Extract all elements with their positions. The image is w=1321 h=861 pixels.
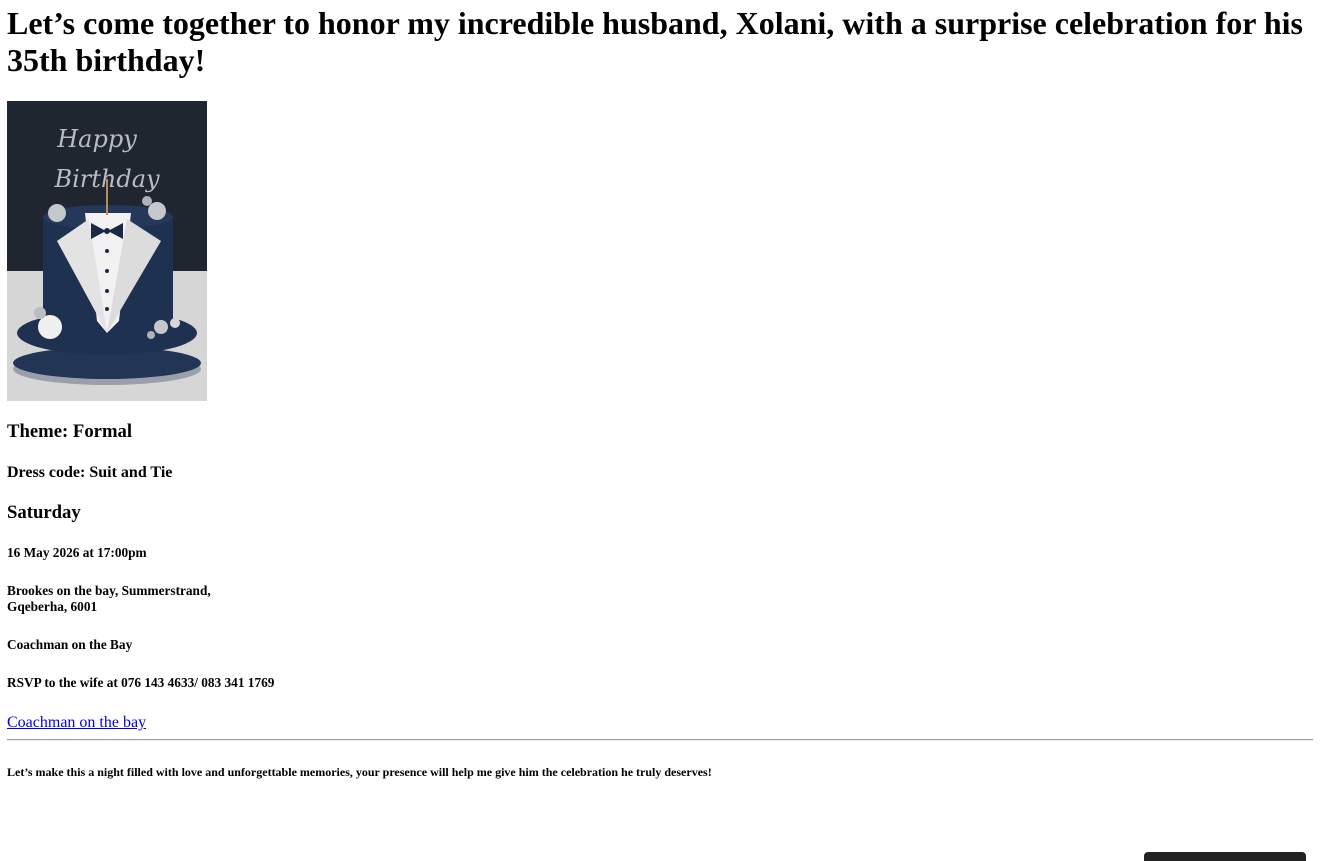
address-line2: Gqeberha, 6001 <box>7 599 98 614</box>
venue-link[interactable]: Coachman on the bay <box>7 713 146 732</box>
topper-text-line1: Happy <box>56 125 137 153</box>
rsvp-text: RSVP to the wife at 076 143 4633/ 083 34… <box>7 675 275 690</box>
invitation-page: Let’s come together to honor my incredib… <box>7 0 1313 779</box>
floating-widget-tab[interactable] <box>1144 852 1306 861</box>
day-heading: Saturday <box>7 502 81 523</box>
address-text: Brookes on the bay, Summerstrand, Gqeber… <box>7 583 1313 615</box>
venue-name-text: Coachman on the Bay <box>7 637 133 652</box>
page-title: Let’s come together to honor my incredib… <box>7 5 1303 78</box>
topper-text-line2: Birthday <box>53 165 160 193</box>
date-time-text: 16 May 2026 at 17:00pm <box>7 545 147 560</box>
closing-message: Let’s make this a night filled with love… <box>7 765 712 779</box>
theme-heading: Theme: Formal <box>7 421 133 442</box>
dress-code-heading: Dress code: Suit and Tie <box>7 464 173 481</box>
address-line1: Brookes on the bay, Summerstrand, <box>7 583 211 598</box>
divider <box>7 739 1313 741</box>
birthday-cake-image: Happy Birthday <box>7 101 207 401</box>
